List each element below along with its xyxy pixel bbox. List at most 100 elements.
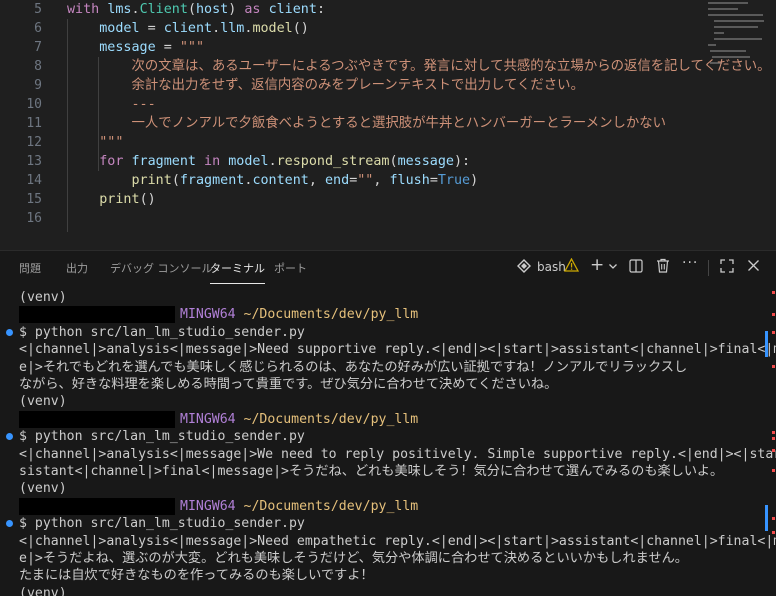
- indent-guide: [98, 57, 99, 171]
- split-terminal-icon[interactable]: [629, 259, 643, 277]
- code-line[interactable]: 9 余計な出力をせず、返信内容のみをプレーンテキストで出力してください。: [0, 76, 776, 95]
- code-token: client: [268, 2, 317, 17]
- command-decoration-icon[interactable]: [6, 520, 13, 528]
- code-token: with: [67, 2, 108, 17]
- code-token: ): [228, 2, 245, 17]
- scrollbar-marker: [772, 517, 775, 520]
- scrollbar-marker: [772, 449, 775, 452]
- code-token: """: [179, 40, 205, 55]
- terminal-line: (venv): [19, 481, 67, 497]
- terminal-profile-icon[interactable]: [517, 259, 531, 277]
- code-token: ): [470, 173, 479, 188]
- code-token: client: [163, 21, 213, 36]
- indent-guide: [67, 19, 68, 232]
- line-number: 12: [26, 135, 42, 150]
- code-token: in: [196, 154, 229, 169]
- code-token: fragment: [179, 173, 245, 188]
- code-line[interactable]: 10 ---: [0, 95, 776, 114]
- terminal-command: $ python src/lan_lm_studio_sender.py: [19, 324, 305, 340]
- prompt-host: MINGW64: [180, 307, 244, 323]
- chevron-down-icon[interactable]: [608, 259, 618, 275]
- code-line[interactable]: 15 print(): [0, 190, 776, 209]
- code-token: as: [244, 2, 269, 17]
- tab-output[interactable]: 出力: [66, 260, 88, 276]
- scrollbar-marker: [772, 313, 775, 316]
- line-number: 15: [26, 192, 42, 207]
- code-line[interactable]: 16: [0, 209, 776, 228]
- code-token: message: [397, 154, 454, 169]
- warning-icon[interactable]: [563, 257, 580, 276]
- code-line[interactable]: 13 for fragment in model.respond_stream(…: [0, 152, 776, 171]
- line-number: 14: [26, 173, 42, 188]
- code-token: =: [139, 21, 164, 36]
- line-number: 13: [26, 154, 42, 169]
- line-number: 9: [34, 78, 42, 93]
- code-line[interactable]: 11 一人でノンアルで夕飯食べようとすると選択肢が牛丼とハンバーガーとラーメンし…: [0, 114, 776, 133]
- code-token: =: [429, 173, 438, 188]
- terminal-command: $ python src/lan_lm_studio_sender.py: [19, 429, 305, 445]
- code-editor[interactable]: 5 with lms.Client(host) as client: 6 model…: [0, 0, 776, 250]
- tab-terminal[interactable]: ターミナル: [210, 260, 265, 284]
- terminal-line: <|channel|>analysis<|message|>Need suppo…: [19, 342, 776, 358]
- code-token: .: [212, 21, 221, 36]
- code-text: for fragment in model.respond_stream(mes…: [67, 152, 470, 171]
- terminal-line: (venv): [19, 585, 67, 596]
- code-token: "": [357, 173, 374, 188]
- code-line[interactable]: 7 message = """: [0, 38, 776, 57]
- code-text: message = """: [67, 38, 204, 57]
- code-line[interactable]: 6 model = client.llm.model(): [0, 19, 776, 38]
- code-token: =: [155, 40, 180, 55]
- code-line[interactable]: 8 次の文章は、あるユーザーによるつぶやきです。発言に対して共感的な立場からの返…: [0, 57, 776, 76]
- code-line[interactable]: 5 with lms.Client(host) as client:: [0, 0, 776, 19]
- code-line[interactable]: 12 """: [0, 133, 776, 152]
- terminal-line: (venv): [19, 394, 67, 410]
- code-token: model: [228, 154, 269, 169]
- tab-problems[interactable]: 問題: [19, 260, 41, 276]
- redacted-username: [19, 497, 175, 515]
- terminal-line: (venv): [19, 290, 67, 305]
- tab-ports[interactable]: ポート: [274, 260, 307, 276]
- terminal-scrollbar[interactable]: [765, 331, 768, 357]
- terminal-line: ながら、好きな料理を楽しめる時間って貴重です。ぜひ気分に合わせて決めてくださいね…: [19, 377, 558, 392]
- scrollbar-marker: [772, 291, 775, 294]
- terminal-prompt: MINGW64 ~/Documents/dev/py_llm: [180, 306, 418, 323]
- code-token: end: [325, 173, 350, 188]
- command-decoration-icon[interactable]: [6, 433, 13, 441]
- terminal-line: sistant<|channel|>final<|message|>そうだね、ど…: [19, 464, 724, 479]
- scrollbar-marker: [772, 469, 775, 472]
- redacted-username: [19, 306, 175, 324]
- terminal-line: e|>それでもどれを選んでも美味しく感じられるのは、あなたの好みが広い証拠ですね…: [19, 359, 688, 375]
- terminal-command: $ python src/lan_lm_studio_sender.py: [19, 516, 305, 532]
- plus-icon[interactable]: +: [590, 255, 604, 275]
- code-line[interactable]: 14 print(fragment.content, end="", flush…: [0, 171, 776, 190]
- terminal-output[interactable]: (venv) MINGW64 ~/Documents/dev/py_llm $ py…: [0, 285, 776, 596]
- code-token: model: [99, 21, 140, 36]
- command-decoration-icon[interactable]: [6, 328, 13, 336]
- prompt-host: MINGW64: [180, 498, 244, 514]
- line-number: 7: [34, 40, 42, 55]
- shell-label[interactable]: bash: [537, 260, 566, 274]
- line-number: 6: [34, 21, 42, 36]
- code-text: ---: [67, 95, 155, 114]
- tab-debug-console[interactable]: デバッグ コンソール: [110, 260, 213, 276]
- maximize-panel-icon[interactable]: [720, 259, 734, 277]
- scrollbar-marker: [772, 431, 775, 434]
- code-token: 一人でノンアルで夕飯食べようとすると選択肢が牛丼とハンバーガーとラーメンしかない: [67, 116, 667, 131]
- code-token: True: [437, 173, 471, 188]
- code-text: print(): [67, 190, 155, 209]
- prompt-path: ~/Documents/dev/py_llm: [243, 411, 419, 427]
- more-icon[interactable]: ···: [682, 255, 698, 271]
- terminal-prompt: MINGW64 ~/Documents/dev/py_llm: [180, 411, 418, 428]
- code-token: respond_stream: [276, 154, 390, 169]
- close-icon[interactable]: [747, 259, 760, 276]
- code-text: 一人でノンアルで夕飯食べようとすると選択肢が牛丼とハンバーガーとラーメンしかない: [67, 114, 666, 133]
- prompt-host: MINGW64: [180, 411, 244, 427]
- code-token: .: [268, 154, 277, 169]
- trash-icon[interactable]: [656, 258, 670, 277]
- terminal-scrollbar[interactable]: [765, 505, 768, 531]
- code-token: print: [131, 173, 172, 188]
